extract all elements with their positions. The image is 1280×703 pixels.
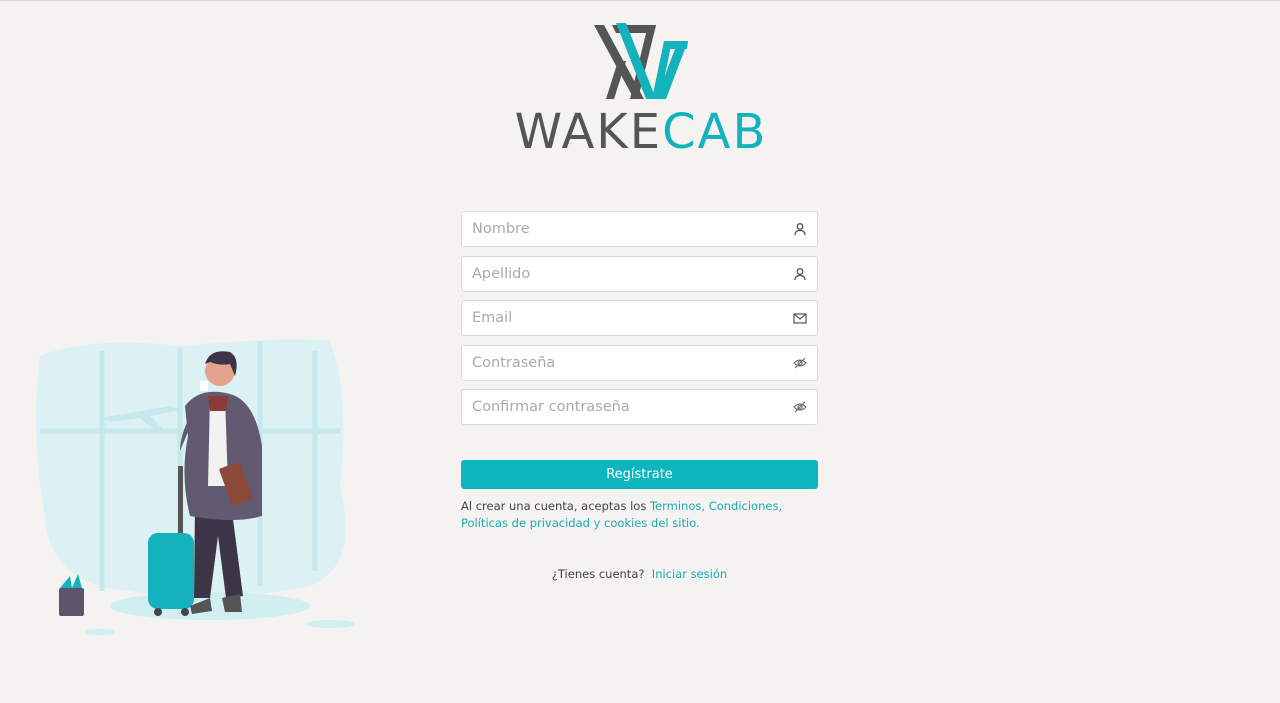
terms-text: Al crear una cuenta, aceptas los Termino… bbox=[461, 498, 818, 532]
login-question: ¿Tienes cuenta? bbox=[551, 567, 645, 581]
privacy-cookies-link[interactable]: Políticas de privacidad y cookies del si… bbox=[461, 516, 700, 530]
traveler-illustration bbox=[36, 339, 355, 635]
confirm-password-input[interactable] bbox=[462, 390, 772, 424]
email-input[interactable] bbox=[462, 301, 772, 335]
wakecab-logo: WAKECAB bbox=[510, 19, 772, 159]
password-input[interactable] bbox=[462, 345, 772, 380]
terms-separator: , bbox=[701, 499, 709, 513]
email-field bbox=[461, 300, 818, 336]
brand-name-part1: WAKE bbox=[514, 104, 663, 160]
last-name-field bbox=[461, 255, 818, 292]
envelope-icon bbox=[793, 313, 807, 324]
logo-mark-icon bbox=[594, 23, 688, 99]
brand-name-part2: CAB bbox=[662, 104, 768, 160]
last-name-input[interactable] bbox=[462, 256, 772, 291]
first-name-input[interactable] bbox=[462, 212, 772, 246]
login-prompt: ¿Tienes cuenta? Iniciar sesión bbox=[461, 567, 818, 581]
eye-slash-icon[interactable] bbox=[793, 356, 807, 370]
plant-icon bbox=[59, 574, 84, 616]
password-field bbox=[461, 344, 818, 381]
eye-slash-icon[interactable] bbox=[793, 400, 807, 414]
register-form: Regístrate Al crear una cuenta, aceptas … bbox=[461, 211, 818, 581]
user-icon bbox=[794, 267, 806, 280]
login-link[interactable]: Iniciar sesión bbox=[652, 567, 727, 581]
conditions-link[interactable]: Condiciones, bbox=[709, 499, 782, 513]
terms-prefix: Al crear una cuenta, aceptas los bbox=[461, 499, 650, 513]
user-icon bbox=[794, 223, 806, 236]
confirm-password-field bbox=[461, 389, 818, 425]
first-name-field bbox=[461, 211, 818, 247]
register-button[interactable]: Regístrate bbox=[461, 460, 818, 489]
terms-link[interactable]: Terminos bbox=[650, 499, 701, 513]
brand-wordmark: WAKECAB bbox=[510, 107, 772, 157]
